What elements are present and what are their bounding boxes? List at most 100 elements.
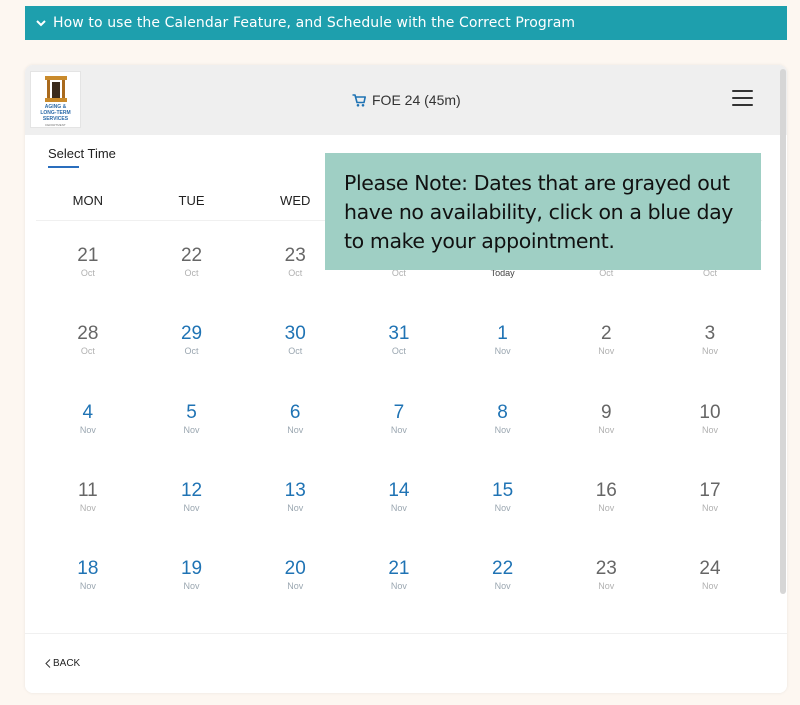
date-number: 4	[82, 401, 94, 423]
date-number: 24	[699, 558, 721, 580]
available-date-cell[interactable]: 20 Nov	[243, 558, 347, 636]
date-month: Nov	[701, 581, 718, 592]
date-month: Nov	[494, 581, 511, 592]
available-date-cell[interactable]: 31 Oct	[347, 323, 451, 401]
date-month: Nov	[598, 424, 615, 435]
date-month: Oct	[184, 268, 199, 278]
date-month: Nov	[79, 424, 96, 435]
department-logo: AGING & LONG-TERM SERVICES DEPARTMENT	[30, 71, 81, 128]
date-number: 21	[77, 245, 99, 266]
unavailable-date-cell: 24 Nov	[658, 558, 762, 636]
scrollbar[interactable]	[780, 69, 786, 594]
date-number: 31	[388, 323, 410, 345]
unavailable-date-cell: 10 Nov	[658, 402, 762, 480]
date-number: 22	[180, 245, 203, 266]
date-month: Nov	[598, 502, 615, 513]
date-number: 30	[284, 323, 306, 345]
date-number: 8	[497, 401, 508, 423]
weekday-label: TUE	[178, 193, 205, 208]
cart-icon	[352, 93, 366, 107]
logo-text-line4: DEPARTMENT	[45, 123, 66, 127]
available-date-cell[interactable]: 21 Nov	[347, 558, 451, 636]
date-number: 18	[77, 558, 99, 580]
calendar-grid: 21Oct22Oct23Oct24Oct25Today26Oct27Oct28O…	[36, 245, 762, 636]
date-number: 12	[180, 479, 203, 501]
date-month: Nov	[598, 346, 615, 357]
date-number: 21	[388, 558, 410, 580]
available-date-cell[interactable]: 4 Nov	[36, 402, 140, 480]
date-number: 13	[284, 479, 306, 501]
available-date-cell[interactable]: 18 Nov	[36, 558, 140, 636]
instructions-accordion[interactable]: How to use the Calendar Feature, and Sch…	[25, 6, 787, 40]
date-number: 9	[600, 401, 612, 423]
unavailable-date-cell: 16 Nov	[554, 480, 658, 558]
available-date-cell[interactable]: 1 Nov	[451, 323, 555, 401]
available-date-cell[interactable]: 15 Nov	[451, 480, 555, 558]
available-date-cell[interactable]: 7 Nov	[347, 402, 451, 480]
date-number: 1	[497, 323, 508, 345]
date-month: Oct	[184, 346, 199, 357]
available-date-cell[interactable]: 30 Oct	[243, 323, 347, 401]
cart-label: FOE 24 (45m)	[372, 92, 461, 108]
available-date-cell[interactable]: 22 Nov	[451, 558, 555, 636]
available-date-cell[interactable]: 29 Oct	[140, 323, 244, 401]
date-number: 6	[289, 401, 301, 423]
unavailable-date-cell: 3 Nov	[658, 323, 762, 401]
unavailable-date-cell: 2 Nov	[554, 323, 658, 401]
date-month: Oct	[80, 268, 95, 278]
cart-summary[interactable]: FOE 24 (45m)	[352, 92, 461, 108]
available-date-cell[interactable]: 12 Nov	[140, 480, 244, 558]
date-month: Oct	[391, 346, 406, 357]
date-number: 19	[180, 558, 203, 580]
weekday-label: MON	[72, 193, 104, 208]
building-logo-icon	[44, 76, 67, 102]
date-month: Nov	[390, 424, 407, 435]
availability-note: Please Note: Dates that are grayed out h…	[325, 153, 761, 270]
available-date-cell[interactable]: 5 Nov	[140, 402, 244, 480]
date-number: 2	[600, 323, 612, 345]
hamburger-menu-icon[interactable]	[732, 90, 753, 106]
tab-underline	[48, 166, 79, 168]
date-number: 7	[393, 401, 405, 423]
chevron-down-icon	[34, 16, 48, 30]
back-button[interactable]: BACK	[45, 658, 80, 669]
date-number: 10	[699, 401, 721, 423]
note-line: have no availability, click on a blue da…	[344, 200, 733, 224]
date-month: Nov	[287, 424, 304, 435]
date-month: Nov	[701, 346, 718, 357]
available-date-cell[interactable]: 14 Nov	[347, 480, 451, 558]
date-number: 28	[77, 323, 99, 345]
tab-select-time[interactable]: Select Time	[48, 146, 116, 161]
date-number: 16	[595, 479, 617, 501]
calendar-week-row: 4 Nov 5 Nov 6 Nov 7 Nov 8 Nov 9 Nov 10 Nov	[36, 402, 762, 480]
date-month: Nov	[390, 502, 407, 513]
unavailable-date-cell: 11 Nov	[36, 480, 140, 558]
note-line: to make your appointment.	[344, 229, 615, 253]
chevron-left-icon	[45, 659, 51, 668]
date-month: Nov	[287, 581, 304, 592]
date-number: 29	[180, 323, 203, 345]
date-month: Nov	[701, 424, 718, 435]
unavailable-date-cell: 23 Nov	[554, 558, 658, 636]
date-month: Oct	[288, 346, 303, 357]
unavailable-date-cell: 28 Oct	[36, 323, 140, 401]
unavailable-date-cell: 21 Oct	[36, 245, 140, 323]
date-number: 5	[186, 401, 197, 423]
available-date-cell[interactable]: 6 Nov	[243, 402, 347, 480]
date-month: Nov	[494, 502, 511, 513]
date-number: 17	[699, 479, 721, 501]
available-date-cell[interactable]: 13 Nov	[243, 480, 347, 558]
available-date-cell[interactable]: 8 Nov	[451, 402, 555, 480]
date-month: Nov	[183, 502, 200, 513]
available-date-cell[interactable]: 19 Nov	[140, 558, 244, 636]
unavailable-date-cell: 9 Nov	[554, 402, 658, 480]
date-number: 14	[388, 479, 410, 501]
date-month: Nov	[494, 346, 511, 357]
logo-text-line3: SERVICES	[42, 116, 69, 122]
unavailable-date-cell: 22 Oct	[140, 245, 244, 323]
date-month: Nov	[494, 424, 511, 435]
date-month: Nov	[598, 581, 615, 592]
date-month: Nov	[183, 424, 200, 435]
unavailable-date-cell: 17 Nov	[658, 480, 762, 558]
calendar-week-row: 28 Oct 29 Oct 30 Oct 31 Oct 1 Nov 2 Nov 3 Nov	[36, 323, 762, 401]
